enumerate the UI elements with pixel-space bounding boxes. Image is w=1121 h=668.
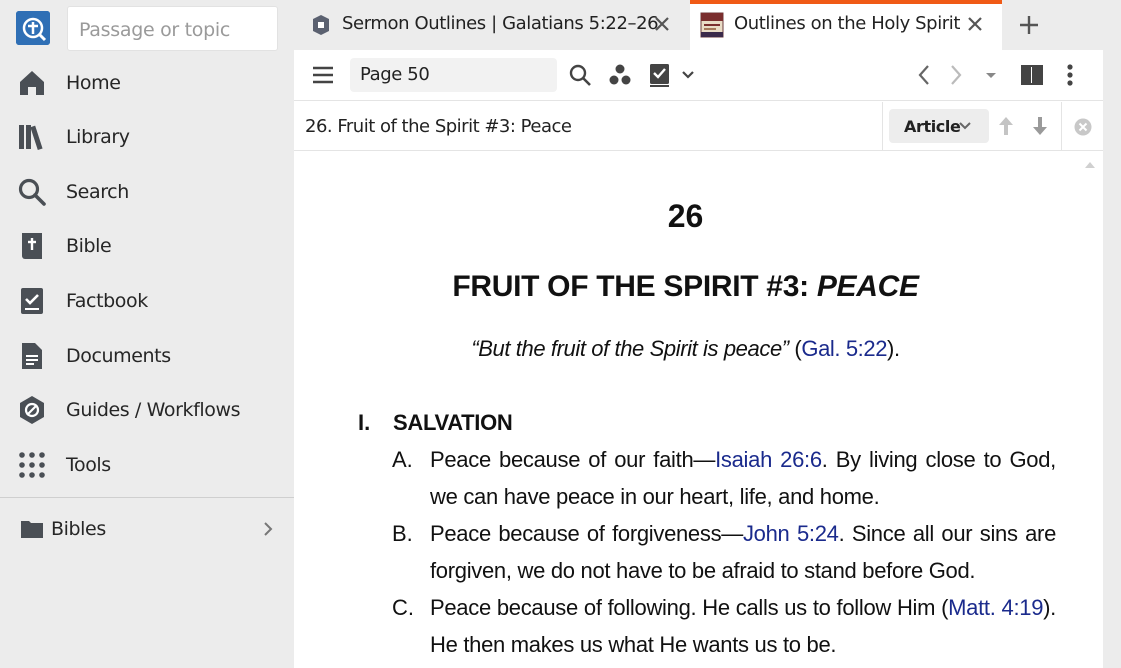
- sidebar-item-documents[interactable]: Documents: [0, 332, 294, 380]
- section-title: SALVATION: [393, 410, 513, 435]
- previous-article-icon[interactable]: [997, 115, 1015, 142]
- point-pre: Peace because of forgiveness—: [430, 521, 743, 546]
- tab-sermon-outlines[interactable]: Sermon Outlines | Galatians 5:22–26: [294, 0, 688, 50]
- point-letter: C.: [392, 595, 414, 620]
- scroll-up-icon[interactable]: [1084, 157, 1096, 168]
- sidebar-item-tools[interactable]: Tools: [0, 441, 294, 489]
- visual-filters-icon[interactable]: [607, 62, 633, 88]
- point-text: Peace because of our faith—Isaiah 26:6. …: [430, 441, 1056, 515]
- scripture-link[interactable]: Gal. 5:22: [801, 336, 887, 361]
- app-logo-icon[interactable]: [16, 11, 50, 45]
- next-article-icon[interactable]: [1031, 115, 1049, 142]
- search-icon[interactable]: [567, 62, 593, 88]
- tab-title: Sermon Outlines | Galatians 5:22–26: [342, 13, 659, 34]
- sidebar-item-label: Bibles: [51, 518, 106, 540]
- outline-number: 26: [667, 198, 704, 234]
- point-text: Peace because of following. He calls us …: [430, 589, 1056, 663]
- factbook-check-icon[interactable]: [647, 62, 673, 88]
- chevron-down-icon[interactable]: [680, 62, 696, 88]
- forward-arrow-icon[interactable]: [946, 62, 966, 88]
- sidebar-item-bible[interactable]: Bible: [0, 222, 294, 270]
- bible-icon: [16, 230, 48, 262]
- book-cover-icon: [700, 12, 724, 38]
- view-mode-label: Article: [904, 117, 961, 136]
- divider: [1061, 102, 1062, 151]
- sidebar-item-label: Bible: [66, 235, 112, 257]
- heading-bar: 26. Fruit of the Spirit #3: Peace Articl…: [294, 102, 1103, 151]
- factbook-icon: [16, 285, 48, 317]
- sidebar-item-label: Documents: [66, 345, 171, 367]
- search-icon: [16, 176, 48, 208]
- resource-icon: [312, 14, 330, 36]
- chevron-right-icon: [261, 521, 275, 537]
- title-main: FRUIT OF THE SPIRIT #3:: [452, 270, 817, 303]
- tab-title: Outlines on the Holy Spirit: [734, 13, 961, 34]
- new-tab-button[interactable]: [1016, 12, 1042, 38]
- folder-icon: [20, 519, 44, 539]
- sidebar-item-label: Search: [66, 181, 129, 203]
- epigraph-open: (: [788, 336, 802, 361]
- history-dropdown-icon[interactable]: [984, 62, 998, 88]
- document-content: 26 FRUIT OF THE SPIRIT #3: PEACE “But th…: [294, 151, 1103, 668]
- point-pre: Peace because of our faith—: [430, 447, 716, 472]
- resource-panel: Page 50 26. Fruit of the Spirit #3: Peac…: [294, 50, 1103, 668]
- epigraph-quote: “But the fruit of the Spirit is peace”: [471, 336, 789, 361]
- panel-toolbar: Page 50: [294, 50, 1103, 101]
- close-icon[interactable]: [967, 16, 983, 32]
- parallel-panel-icon[interactable]: [1019, 62, 1045, 88]
- scripture-link[interactable]: John 5:24: [743, 521, 839, 546]
- passage-search-input[interactable]: Passage or topic: [67, 6, 278, 51]
- guides-icon: [16, 394, 48, 426]
- point-letter: A.: [392, 447, 413, 472]
- epigraph: “But the fruit of the Spirit is peace” (…: [294, 336, 1077, 362]
- title-italic: PEACE: [816, 270, 919, 303]
- epigraph-close: ).: [887, 336, 900, 361]
- outline-title: FRUIT OF THE SPIRIT #3: PEACE: [294, 270, 1077, 304]
- sidebar-item-library[interactable]: Library: [0, 113, 294, 161]
- point-text: Peace because of forgiveness—John 5:24. …: [430, 515, 1056, 589]
- sidebar-item-label: Guides / Workflows: [66, 399, 241, 421]
- sidebar-item-bibles[interactable]: Bibles: [0, 510, 294, 548]
- sidebar-divider: [0, 497, 294, 498]
- current-heading: 26. Fruit of the Spirit #3: Peace: [305, 116, 572, 137]
- sidebar-item-label: Home: [66, 72, 121, 94]
- menu-icon[interactable]: [310, 62, 336, 88]
- point-pre: Peace because of following. He calls us …: [430, 595, 949, 620]
- scripture-link[interactable]: Matt. 4:19: [948, 595, 1043, 620]
- tab-bar: Sermon Outlines | Galatians 5:22–26 Outl…: [294, 0, 1121, 50]
- tab-outlines-holy-spirit[interactable]: Outlines on the Holy Spirit: [690, 0, 1002, 50]
- sidebar-item-factbook[interactable]: Factbook: [0, 277, 294, 325]
- sidebar-item-label: Factbook: [66, 290, 148, 312]
- section-number: I.: [358, 410, 371, 435]
- chevron-down-icon: [959, 122, 971, 130]
- point-letter: B.: [392, 521, 413, 546]
- home-icon: [16, 67, 48, 99]
- view-mode-select[interactable]: Article: [889, 109, 989, 143]
- sidebar-item-label: Tools: [66, 454, 111, 476]
- close-icon[interactable]: [654, 16, 670, 32]
- divider: [882, 102, 883, 151]
- clear-icon[interactable]: [1073, 117, 1093, 142]
- page-reference-input[interactable]: Page 50: [350, 58, 557, 92]
- sidebar: Passage or topic Home Library Search Bib…: [0, 0, 294, 668]
- more-options-icon[interactable]: [1063, 62, 1077, 88]
- back-arrow-icon[interactable]: [914, 62, 934, 88]
- tools-icon: [16, 449, 48, 481]
- sidebar-item-home[interactable]: Home: [0, 59, 294, 107]
- documents-icon: [16, 340, 48, 372]
- library-icon: [16, 121, 48, 153]
- sidebar-item-search[interactable]: Search: [0, 168, 294, 216]
- sidebar-item-guides[interactable]: Guides / Workflows: [0, 386, 294, 434]
- sidebar-item-label: Library: [66, 126, 130, 148]
- scripture-link[interactable]: Isaiah 26:6: [715, 447, 822, 472]
